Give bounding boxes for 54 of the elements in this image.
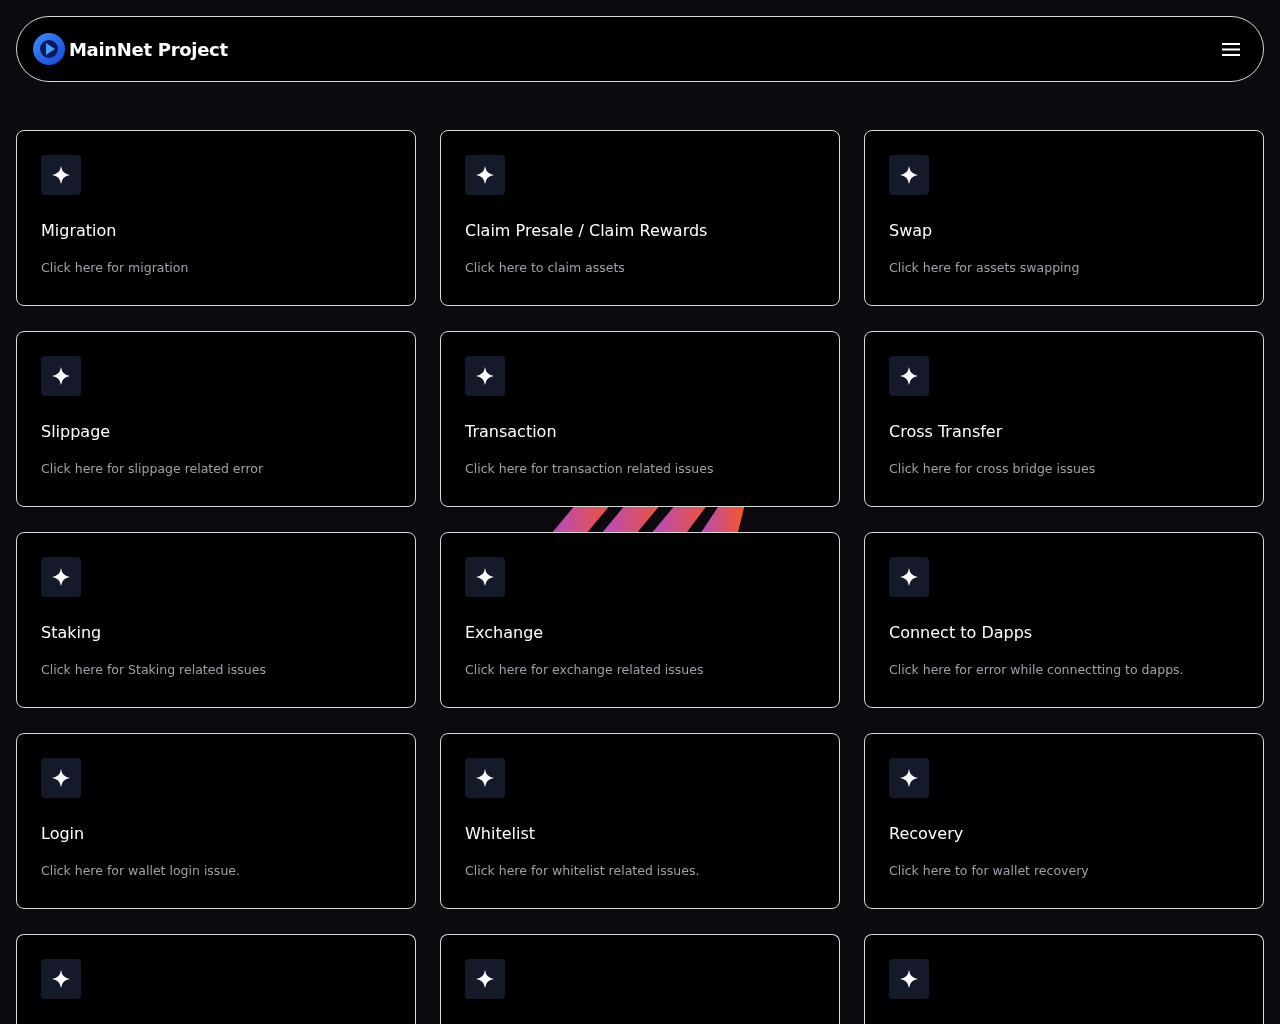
card-title: Whitelist <box>465 823 537 845</box>
sparkle-icon <box>476 568 494 586</box>
card-description: Click here to for wallet recovery <box>889 863 1090 879</box>
logo-icon <box>33 33 65 65</box>
card-title: Login <box>41 823 86 845</box>
sparkle-icon <box>52 568 70 586</box>
option-card[interactable]: Whitelist Click here for whitelist related issues. <box>440 733 840 909</box>
brand-name[interactable]: MainNet Project <box>69 38 228 60</box>
card-description: Click here to claim assets <box>465 260 626 276</box>
card-title: Slippage <box>41 421 112 443</box>
option-card[interactable]: Cross Transfer Click here for cross bridge issues <box>864 331 1264 507</box>
sparkle-icon <box>476 769 494 787</box>
card-title: Transaction <box>465 421 558 443</box>
card-description: Click here for Staking related issues <box>41 662 267 678</box>
option-card[interactable]: Claim Presale / Claim Rewards Click here to claim assets <box>440 130 840 306</box>
option-card[interactable]: Migration Click here for migration <box>16 130 416 306</box>
card-title: Recovery <box>889 823 965 845</box>
option-card[interactable]: Login Click here for wallet login issue. <box>16 733 416 909</box>
card-description: Click here for assets swapping <box>889 260 1081 276</box>
card-title: Claim Presale / Claim Rewards <box>465 220 709 242</box>
menu-icon <box>1222 42 1240 56</box>
option-card[interactable]: Exchange Click here for exchange related issues <box>440 532 840 708</box>
sparkle-icon <box>476 166 494 184</box>
card-title: Exchange <box>465 622 545 644</box>
option-card[interactable]: Slippage Click here for slippage related error <box>16 331 416 507</box>
option-card[interactable]: Staking Click here for Staking related issues <box>16 532 416 708</box>
sparkle-icon <box>900 367 918 385</box>
card-title: Staking <box>41 622 103 644</box>
card-title: Swap <box>889 220 934 242</box>
sparkle-icon <box>52 769 70 787</box>
sparkle-icon <box>900 568 918 586</box>
sparkle-icon <box>900 769 918 787</box>
card-description: Click here for transaction related issues <box>465 461 715 477</box>
card-description: Click here for cross bridge issues <box>889 461 1097 477</box>
card-title: Connect to Dapps <box>889 622 1034 644</box>
sparkle-icon <box>476 367 494 385</box>
card-description: Click here for whitelist related issues. <box>465 863 701 879</box>
card-title: Migration <box>41 220 118 242</box>
sparkle-icon <box>900 166 918 184</box>
card-description: Click here for slippage related error <box>41 461 265 477</box>
sparkle-icon <box>52 166 70 184</box>
option-card[interactable]: Connect to Dapps Click here for error while connectting to dapps. <box>864 532 1264 708</box>
card-description: Click here for error while connectting to dapps. <box>889 662 1185 678</box>
option-card[interactable]: Recovery Click here to for wallet recovery <box>864 733 1264 909</box>
sparkle-icon <box>52 367 70 385</box>
option-card[interactable]: Transaction Click here for transaction related issues <box>440 331 840 507</box>
card-description: Click here for exchange related issues <box>465 662 705 678</box>
sparkle-icon <box>900 970 918 988</box>
sparkle-icon <box>52 970 70 988</box>
card-title: Cross Transfer <box>889 421 1004 443</box>
card-description: Click here for migration <box>41 260 190 276</box>
sparkle-icon <box>476 970 494 988</box>
card-description: Click here for wallet login issue. <box>41 863 241 879</box>
option-card[interactable]: Swap Click here for assets swapping <box>864 130 1264 306</box>
